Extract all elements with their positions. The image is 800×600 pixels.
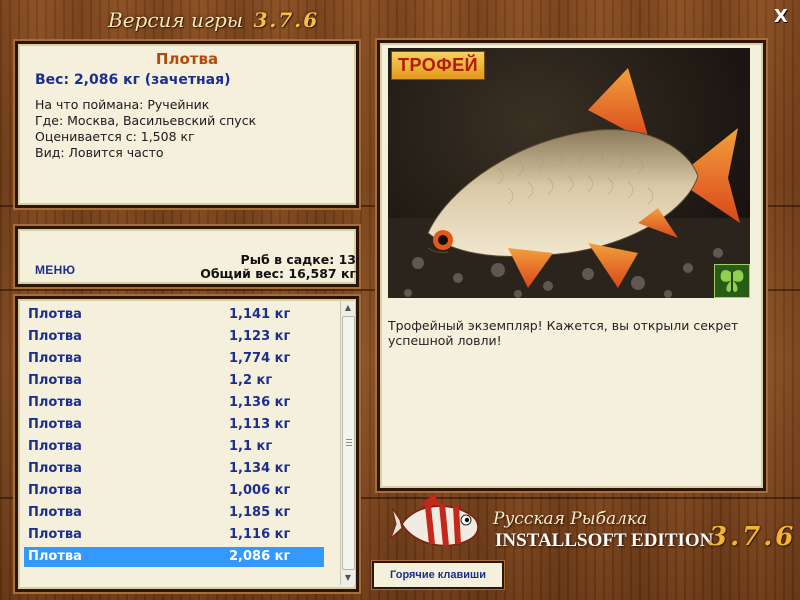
list-item-name: Плотва [28, 483, 82, 498]
fish-photo: ТРОФЕЙ [388, 48, 750, 298]
catch-list: Плотва 1,141 кг Плотва 1,123 кг Плотва 1,774 … [22, 303, 328, 583]
bait-line: На что поймана: Ручейник [35, 97, 210, 112]
list-item-name: Плотва [28, 505, 82, 520]
trophy-description: Трофейный экземпляр! Кажется, вы открыли… [388, 318, 739, 348]
list-item-weight: 1,136 кг [229, 395, 291, 410]
window-title: Версия игры 3.7.6 [108, 8, 319, 36]
list-item-name: Плотва [28, 549, 82, 564]
list-item-weight: 1,774 кг [229, 351, 291, 366]
scrollbar[interactable]: ▲ ▼ [340, 301, 355, 585]
menu-panel: МЕНЮ Рыб в садке: 13 Общий вес: 16,587 к… [15, 226, 359, 287]
logo-title: Русская Рыбалка [493, 509, 648, 529]
list-item-weight: 1,185 кг [229, 505, 291, 520]
logo-version: 3.7.6 [709, 522, 797, 552]
trophy-badge: ТРОФЕЙ [391, 51, 486, 80]
title-text: Версия игры [108, 8, 244, 32]
location-line: Где: Москва, Васильевский спуск [35, 113, 257, 128]
catch-stats: Рыб в садке: 13 Общий вес: 16,587 кг [200, 253, 356, 281]
list-item-weight: 1,123 кг [229, 329, 291, 344]
hotkeys-button[interactable]: Горячие клавиши [372, 561, 504, 589]
list-item-weight: 1,1 кг [229, 439, 273, 454]
total-weight: Общий вес: 16,587 кг [200, 266, 356, 281]
menu-button[interactable]: МЕНЮ [35, 263, 75, 277]
logo-fish-icon [390, 490, 485, 558]
list-item-weight: 1,2 кг [229, 373, 273, 388]
list-item[interactable]: Плотва 1,136 кг [24, 393, 324, 413]
fish-count: Рыб в садке: 13 [240, 252, 356, 267]
list-item-name: Плотва [28, 373, 82, 388]
list-item[interactable]: Плотва 1,134 кг [24, 459, 324, 479]
fish-name: Плотва [155, 50, 219, 68]
list-item[interactable]: Плотва 2,086 кг [24, 547, 324, 567]
list-item-name: Плотва [28, 351, 82, 366]
list-item-weight: 1,006 кг [229, 483, 291, 498]
list-item[interactable]: Плотва 1,006 кг [24, 481, 324, 501]
list-item[interactable]: Плотва 1,2 кг [24, 371, 324, 391]
list-item[interactable]: Плотва 1,774 кг [24, 349, 324, 369]
fish-info-panel: Плотва Вес: 2,086 кг (зачетная) На что п… [15, 41, 359, 208]
list-item-name: Плотва [28, 417, 82, 432]
list-item[interactable]: Плотва 1,123 кг [24, 327, 324, 347]
list-item[interactable]: Плотва 1,185 кг [24, 503, 324, 523]
list-item-name: Плотва [28, 329, 82, 344]
list-item-weight: 1,113 кг [229, 417, 291, 432]
list-item-weight: 1,134 кг [229, 461, 291, 476]
frequency-line: Вид: Ловится часто [35, 145, 164, 160]
list-item-weight: 1,141 кг [229, 307, 291, 322]
list-item[interactable]: Плотва 1,116 кг [24, 525, 324, 545]
list-item-name: Плотва [28, 461, 82, 476]
fish-photo-panel: ТРОФЕЙ Трофейный экземпляр! Кажется, вы … [377, 40, 766, 491]
scrollbar-thumb[interactable] [342, 316, 355, 570]
title-version: 3.7.6 [253, 8, 320, 32]
catch-list-panel: Плотва 1,141 кг Плотва 1,123 кг Плотва 1,774 … [15, 296, 359, 592]
list-item-name: Плотва [28, 395, 82, 410]
fish-weight: Вес: 2,086 кг (зачетная) [35, 72, 231, 88]
grip-icon [346, 439, 352, 447]
list-item[interactable]: Плотва 1,113 кг [24, 415, 324, 435]
logo-edition: INSTALLSOFT EDITION [495, 530, 714, 551]
scroll-down-icon[interactable]: ▼ [341, 571, 355, 585]
list-item-name: Плотва [28, 439, 82, 454]
butterfly-icon[interactable] [714, 264, 750, 298]
list-item-weight: 2,086 кг [229, 549, 291, 564]
min-weight-line: Оценивается с: 1,508 кг [35, 129, 195, 144]
list-item[interactable]: Плотва 1,1 кг [24, 437, 324, 457]
list-item-name: Плотва [28, 307, 82, 322]
list-item-weight: 1,116 кг [229, 527, 291, 542]
close-button[interactable]: X [770, 6, 792, 28]
roach-fish-image [388, 68, 750, 298]
list-item[interactable]: Плотва 1,141 кг [24, 305, 324, 325]
list-item-name: Плотва [28, 527, 82, 542]
scroll-up-icon[interactable]: ▲ [341, 301, 355, 315]
